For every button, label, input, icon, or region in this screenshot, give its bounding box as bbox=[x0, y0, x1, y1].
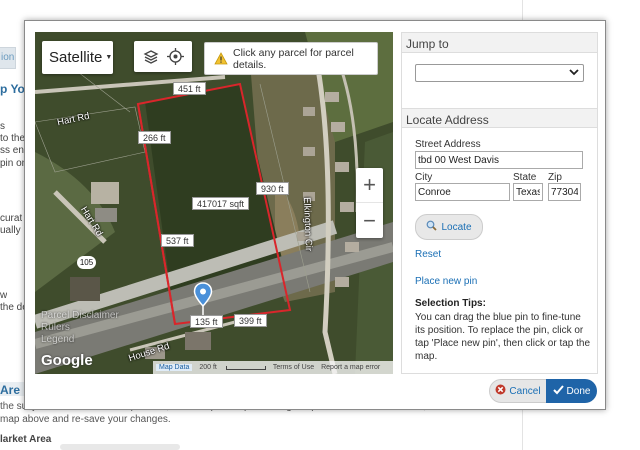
zoom-out-button[interactable]: − bbox=[356, 203, 383, 238]
background-text: s bbox=[0, 121, 5, 132]
parcel-dimension-label: 451 ft bbox=[173, 82, 206, 95]
background-text: curat bbox=[0, 213, 23, 224]
locate-address-heading: Locate Address bbox=[402, 108, 597, 128]
locate-button[interactable]: Locate bbox=[415, 214, 483, 240]
map-tools-group bbox=[134, 41, 192, 72]
background-text: w bbox=[0, 290, 8, 301]
locate-button-label: Locate bbox=[441, 221, 472, 233]
satellite-map[interactable]: Satellite ▼ Click any parcel for parcel … bbox=[35, 32, 393, 374]
city-label: City bbox=[415, 172, 433, 183]
parcel-dimension-label: 930 ft bbox=[256, 182, 289, 195]
highway-shield: 105 bbox=[77, 256, 96, 269]
terms-link[interactable]: Terms of Use bbox=[273, 364, 314, 371]
map-disclaimer[interactable]: Parcel Disclaimer Rulers Legend bbox=[41, 310, 119, 346]
state-label: State bbox=[513, 172, 537, 183]
location-pin-icon[interactable] bbox=[193, 282, 213, 315]
parcel-disclaimer-link[interactable]: Parcel Disclaimer bbox=[41, 310, 119, 322]
zoom-in-button[interactable]: + bbox=[356, 168, 383, 203]
parcel-dimension-label: 266 ft bbox=[138, 131, 171, 144]
done-button-label: Done bbox=[566, 385, 591, 397]
cancel-icon bbox=[495, 384, 506, 398]
map-type-label: Satellite bbox=[49, 49, 103, 66]
reset-link[interactable]: Reset bbox=[415, 249, 441, 260]
locate-target-icon[interactable] bbox=[166, 47, 186, 67]
parcel-dimension-label: 135 ft bbox=[190, 315, 223, 328]
jump-to-heading: Jump to bbox=[402, 33, 597, 53]
place-new-pin-link[interactable]: Place new pin bbox=[415, 276, 477, 287]
background-control bbox=[60, 444, 180, 450]
parcel-dimension-label: 399 ft bbox=[234, 314, 267, 327]
background-section-title: Are bbox=[0, 383, 21, 397]
layers-icon[interactable] bbox=[141, 47, 161, 67]
google-logo: Google bbox=[41, 352, 93, 369]
report-error-link[interactable]: Report a map error bbox=[321, 364, 380, 371]
state-field[interactable] bbox=[513, 183, 543, 201]
chevron-down-icon bbox=[569, 67, 579, 80]
zip-label: Zip bbox=[548, 172, 562, 183]
legend-link[interactable]: Legend bbox=[41, 334, 119, 346]
zip-field[interactable] bbox=[548, 183, 581, 201]
market-area-label: larket Area bbox=[0, 434, 52, 445]
background-text: to the bbox=[0, 133, 26, 144]
background-heading: p Yo bbox=[0, 82, 25, 96]
map-attribution-bar: Map Data 200 ft Terms of Use Report a ma… bbox=[153, 361, 393, 374]
jump-to-select[interactable] bbox=[415, 64, 584, 82]
map-location-dialog: Satellite ▼ Click any parcel for parcel … bbox=[24, 20, 606, 410]
scale-label: 200 ft bbox=[199, 364, 217, 371]
parcel-hint-banner: Click any parcel for parcel details. bbox=[204, 42, 378, 75]
selection-tips-title: Selection Tips: bbox=[415, 298, 486, 309]
parcel-hint-text: Click any parcel for parcel details. bbox=[233, 46, 354, 71]
map-type-selector[interactable]: Satellite ▼ bbox=[42, 41, 113, 74]
background-tab[interactable]: ion bbox=[0, 47, 16, 69]
zoom-control: + − bbox=[356, 168, 383, 238]
parcel-dimension-label: 537 ft bbox=[161, 234, 194, 247]
street-address-field[interactable] bbox=[415, 151, 583, 169]
background-body-text: map above and re-save your changes. bbox=[0, 414, 171, 425]
address-side-panel: Jump to Locate Address Street Address Ci… bbox=[401, 32, 598, 374]
warning-icon bbox=[214, 52, 228, 65]
cancel-button-label: Cancel bbox=[509, 385, 541, 397]
street-address-label: Street Address bbox=[415, 139, 481, 150]
chevron-down-icon: ▼ bbox=[105, 54, 113, 61]
city-field[interactable] bbox=[415, 183, 510, 201]
parcel-area-label: 417017 sqft bbox=[192, 197, 250, 210]
selection-tips-text: You can drag the blue pin to fine-tune i… bbox=[415, 312, 591, 362]
done-button[interactable]: Done bbox=[546, 379, 597, 403]
checkmark-icon bbox=[552, 384, 564, 398]
rulers-link[interactable]: Rulers bbox=[41, 322, 119, 334]
search-icon bbox=[426, 220, 438, 234]
road-label: Elkington Cir bbox=[301, 197, 314, 252]
map-data-link[interactable]: Map Data bbox=[156, 364, 193, 371]
scale-bar bbox=[225, 365, 266, 370]
cancel-button[interactable]: Cancel bbox=[489, 379, 547, 403]
